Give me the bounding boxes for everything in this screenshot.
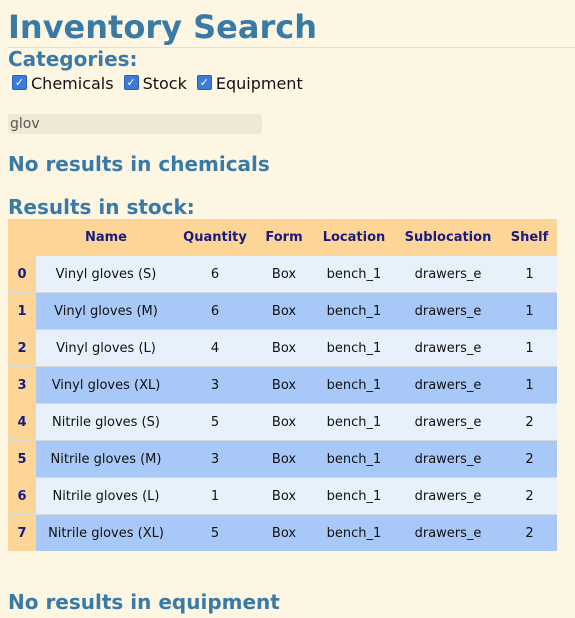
cell-sublocation: drawers_e: [394, 477, 502, 515]
row-index: 1: [8, 292, 36, 330]
cell-sublocation: drawers_e: [394, 292, 502, 330]
cell-form: Box: [254, 514, 314, 551]
cell-quantity: 5: [176, 514, 254, 551]
cell-quantity: 6: [176, 255, 254, 293]
checkmark-icon: ✓: [196, 74, 212, 90]
column-header-sublocation[interactable]: Sublocation: [394, 219, 502, 256]
cell-name: Vinyl gloves (S): [36, 255, 176, 293]
cell-form: Box: [254, 366, 314, 404]
page-title: Inventory Search: [8, 8, 317, 46]
cell-location: bench_1: [314, 477, 394, 515]
cell-shelf: 1: [502, 292, 557, 330]
checkmark-icon: ✓: [12, 74, 27, 90]
cell-sublocation: drawers_e: [394, 329, 502, 367]
cell-location: bench_1: [314, 255, 394, 293]
row-index: 3: [8, 366, 36, 404]
category-equipment-label: Equipment: [215, 74, 303, 93]
table-row[interactable]: 4 Nitrile gloves (S) 5 Box bench_1 drawers_e 2: [8, 403, 557, 441]
cell-shelf: 2: [502, 477, 557, 515]
cell-quantity: 3: [176, 366, 254, 404]
category-equipment-checkbox[interactable]: ✓ Equipment: [196, 74, 303, 93]
row-index: 5: [8, 440, 36, 478]
row-index: 7: [8, 514, 36, 551]
cell-form: Box: [254, 403, 314, 441]
cell-quantity: 5: [176, 403, 254, 441]
cell-location: bench_1: [314, 403, 394, 441]
column-header-location[interactable]: Location: [314, 219, 394, 256]
cell-location: bench_1: [314, 440, 394, 478]
category-stock-label: Stock: [142, 74, 187, 93]
search-input[interactable]: [8, 114, 262, 134]
index-column-header: [8, 219, 36, 256]
table-row[interactable]: 5 Nitrile gloves (M) 3 Box bench_1 drawers_e 2: [8, 440, 557, 478]
categories-heading: Categories:: [8, 47, 138, 71]
cell-shelf: 1: [502, 366, 557, 404]
cell-shelf: 2: [502, 514, 557, 551]
cell-name: Nitrile gloves (XL): [36, 514, 176, 551]
cell-name: Nitrile gloves (S): [36, 403, 176, 441]
cell-quantity: 1: [176, 477, 254, 515]
cell-shelf: 1: [502, 329, 557, 367]
table-row[interactable]: 7 Nitrile gloves (XL) 5 Box bench_1 drawers_e…: [8, 514, 557, 551]
cell-location: bench_1: [314, 366, 394, 404]
cell-name: Vinyl gloves (M): [36, 292, 176, 330]
cell-form: Box: [254, 255, 314, 293]
column-header-name[interactable]: Name: [36, 219, 176, 256]
cell-quantity: 4: [176, 329, 254, 367]
cell-form: Box: [254, 292, 314, 330]
chemicals-result-message: No results in chemicals: [8, 152, 270, 176]
equipment-result-message: No results in equipment: [8, 590, 280, 614]
table-row[interactable]: 6 Nitrile gloves (L) 1 Box bench_1 drawers_e 2: [8, 477, 557, 515]
table-row[interactable]: 1 Vinyl gloves (M) 6 Box bench_1 drawers_e 1: [8, 292, 557, 330]
cell-sublocation: drawers_e: [394, 255, 502, 293]
cell-sublocation: drawers_e: [394, 403, 502, 441]
checkmark-icon: ✓: [123, 74, 139, 90]
cell-name: Nitrile gloves (L): [36, 477, 176, 515]
cell-form: Box: [254, 477, 314, 515]
row-index: 6: [8, 477, 36, 515]
cell-shelf: 2: [502, 440, 557, 478]
column-header-quantity[interactable]: Quantity: [176, 219, 254, 256]
category-chemicals-label: Chemicals: [31, 74, 114, 93]
cell-name: Vinyl gloves (XL): [36, 366, 176, 404]
stock-results-table: Name Quantity Form Location Sublocation …: [8, 219, 557, 551]
row-index: 4: [8, 403, 36, 441]
category-filters: ✓ Chemicals ✓ Stock ✓ Equipment: [12, 74, 313, 93]
cell-form: Box: [254, 329, 314, 367]
category-chemicals-checkbox[interactable]: ✓ Chemicals: [12, 74, 114, 93]
table-row[interactable]: 3 Vinyl gloves (XL) 3 Box bench_1 drawers_e 1: [8, 366, 557, 404]
cell-form: Box: [254, 440, 314, 478]
stock-result-heading: Results in stock:: [8, 195, 195, 219]
cell-name: Nitrile gloves (M): [36, 440, 176, 478]
cell-sublocation: drawers_e: [394, 440, 502, 478]
cell-quantity: 6: [176, 292, 254, 330]
cell-sublocation: drawers_e: [394, 366, 502, 404]
row-index: 2: [8, 329, 36, 367]
cell-quantity: 3: [176, 440, 254, 478]
column-header-form[interactable]: Form: [254, 219, 314, 256]
cell-sublocation: drawers_e: [394, 514, 502, 551]
cell-location: bench_1: [314, 514, 394, 551]
cell-shelf: 2: [502, 403, 557, 441]
cell-location: bench_1: [314, 329, 394, 367]
cell-shelf: 1: [502, 255, 557, 293]
table-row[interactable]: 2 Vinyl gloves (L) 4 Box bench_1 drawers_e 1: [8, 329, 557, 367]
table-row[interactable]: 0 Vinyl gloves (S) 6 Box bench_1 drawers_e 1: [8, 255, 557, 293]
row-index: 0: [8, 255, 36, 293]
cell-location: bench_1: [314, 292, 394, 330]
category-stock-checkbox[interactable]: ✓ Stock: [123, 74, 187, 93]
page: Inventory Search Categories: ✓ Chemicals…: [0, 0, 575, 618]
table-header-row: Name Quantity Form Location Sublocation …: [8, 219, 557, 256]
column-header-shelf[interactable]: Shelf: [502, 219, 557, 256]
cell-name: Vinyl gloves (L): [36, 329, 176, 367]
